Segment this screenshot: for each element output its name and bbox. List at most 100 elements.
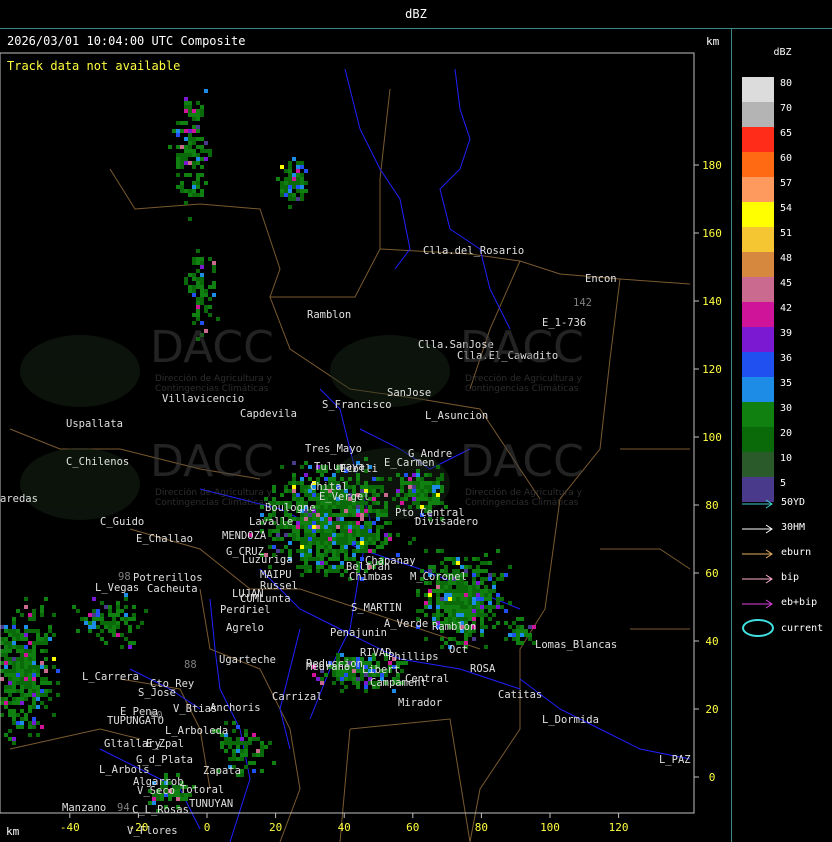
echo-pixel xyxy=(292,529,296,533)
echo-pixel xyxy=(8,689,12,693)
echo-pixel xyxy=(368,521,372,525)
echo-pixel xyxy=(348,509,352,513)
echo-pixel xyxy=(200,113,204,117)
echo-pixel xyxy=(332,565,336,569)
echo-pixel xyxy=(344,521,348,525)
echo-pixel xyxy=(340,525,344,529)
echo-pixel xyxy=(16,721,20,725)
echo-pixel xyxy=(352,553,356,557)
echo-pixel xyxy=(376,517,380,521)
echo-pixel xyxy=(440,645,444,649)
echo-pixel xyxy=(124,597,128,601)
echo-pixel xyxy=(364,533,368,537)
echo-pixel xyxy=(488,589,492,593)
echo-pixel xyxy=(452,561,456,565)
echo-pixel xyxy=(336,505,340,509)
echo-pixel xyxy=(404,473,408,477)
legend-level-label: 60 xyxy=(780,153,793,164)
echo-pixel xyxy=(344,549,348,553)
place-label: Tres_Mayo xyxy=(305,443,362,455)
place-label: Zapata xyxy=(203,765,241,777)
echo-pixel xyxy=(0,625,4,629)
echo-pixel xyxy=(300,173,304,177)
echo-pixel xyxy=(20,717,24,721)
echo-pixel xyxy=(440,501,444,505)
echo-pixel xyxy=(328,557,332,561)
echo-pixel xyxy=(376,477,380,481)
echo-pixel xyxy=(244,765,248,769)
echo-pixel xyxy=(88,613,92,617)
legend-level-label: 65 xyxy=(780,128,793,139)
radar-map[interactable]: Clla.del_RosarioEncon142E_1-736RamblonCl… xyxy=(0,29,730,842)
echo-pixel xyxy=(364,689,368,693)
echo-pixel xyxy=(356,677,360,681)
place-label: Luzuriga xyxy=(242,554,293,566)
echo-pixel xyxy=(260,753,264,757)
echo-pixel xyxy=(48,625,52,629)
echo-pixel xyxy=(516,637,520,641)
echo-pixel xyxy=(144,609,148,613)
echo-pixel xyxy=(304,537,308,541)
echo-pixel xyxy=(428,481,432,485)
echo-pixel xyxy=(320,473,324,477)
echo-pixel xyxy=(328,505,332,509)
echo-pixel xyxy=(324,537,328,541)
echo-pixel xyxy=(472,613,476,617)
echo-pixel xyxy=(184,101,188,105)
echo-pixel xyxy=(228,745,232,749)
echo-pixel xyxy=(348,673,352,677)
echo-pixel xyxy=(484,593,488,597)
echo-pixel xyxy=(392,497,396,501)
echo-pixel xyxy=(288,173,292,177)
echo-pixel xyxy=(512,621,516,625)
place-label: Cacheuta xyxy=(147,583,198,595)
echo-pixel xyxy=(332,529,336,533)
echo-pixel xyxy=(8,633,12,637)
echo-pixel xyxy=(496,549,500,553)
echo-pixel xyxy=(184,277,188,281)
echo-pixel xyxy=(48,629,52,633)
echo-pixel xyxy=(12,673,16,677)
echo-pixel xyxy=(360,677,364,681)
echo-pixel xyxy=(512,629,516,633)
echo-pixel xyxy=(220,745,224,749)
echo-pixel xyxy=(116,605,120,609)
echo-pixel xyxy=(360,513,364,517)
echo-pixel xyxy=(16,713,20,717)
echo-pixel xyxy=(36,685,40,689)
echo-pixel xyxy=(384,533,388,537)
echo-pixel xyxy=(16,657,20,661)
echo-pixel xyxy=(328,513,332,517)
echo-pixel xyxy=(444,589,448,593)
echo-pixel xyxy=(324,549,328,553)
echo-pixel xyxy=(32,649,36,653)
echo-pixel xyxy=(20,709,24,713)
echo-pixel xyxy=(428,485,432,489)
echo-pixel xyxy=(372,501,376,505)
echo-pixel xyxy=(20,685,24,689)
echo-pixel xyxy=(356,513,360,517)
echo-pixel xyxy=(368,509,372,513)
echo-pixel xyxy=(304,473,308,477)
echo-pixel xyxy=(320,521,324,525)
echo-pixel xyxy=(168,145,172,149)
radar-map-panel[interactable]: Clla.del_Rosario Encon 142 E_1-736 Ramblon Cl… xyxy=(0,29,730,842)
echo-pixel xyxy=(208,305,212,309)
echo-pixel xyxy=(196,261,200,265)
echo-pixel xyxy=(184,121,188,125)
echo-pixel xyxy=(364,521,368,525)
echo-pixel xyxy=(180,129,184,133)
echo-pixel xyxy=(36,673,40,677)
place-label: Ramblon xyxy=(307,309,351,321)
echo-pixel xyxy=(480,589,484,593)
echo-pixel xyxy=(300,573,304,577)
echo-pixel xyxy=(52,613,56,617)
echo-pixel xyxy=(264,745,268,749)
echo-pixel xyxy=(308,521,312,525)
echo-pixel xyxy=(444,609,448,613)
echo-pixel xyxy=(304,561,308,565)
echo-pixel xyxy=(116,621,120,625)
echo-pixel xyxy=(296,169,300,173)
echo-pixel xyxy=(48,689,52,693)
echo-pixel xyxy=(324,569,328,573)
